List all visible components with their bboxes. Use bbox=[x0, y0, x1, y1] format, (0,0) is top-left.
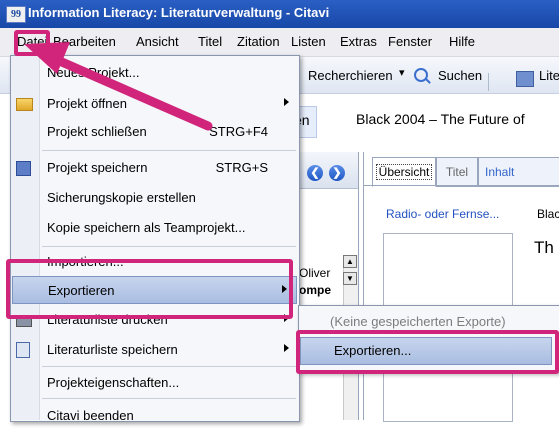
menu-item-shortcut: STRG+F4 bbox=[209, 124, 268, 139]
highlight-box-datei bbox=[14, 30, 50, 56]
menu-separator bbox=[42, 398, 296, 399]
menu-hilfe[interactable]: Hilfe bbox=[449, 34, 475, 49]
menu-item-projekt-oeffnen[interactable]: Projekt öffnen bbox=[11, 90, 298, 118]
search-icon-handle bbox=[425, 78, 431, 84]
menu-ansicht[interactable]: Ansicht bbox=[136, 34, 179, 49]
citavi-app-icon: 99 bbox=[6, 6, 26, 23]
menu-item-projekt-speichern[interactable]: Projekt speichern STRG+S bbox=[11, 154, 298, 182]
tab-divider bbox=[363, 185, 559, 186]
menu-item-label: Neues Projekt... bbox=[47, 65, 140, 80]
tab-uebersicht[interactable]: Übersicht bbox=[372, 157, 436, 187]
menu-item-label: Projekt öffnen bbox=[47, 96, 127, 111]
menu-item-neues-projekt[interactable]: Neues Projekt... bbox=[11, 59, 298, 87]
tab-titel[interactable]: Titel bbox=[436, 157, 478, 187]
menu-zitation[interactable]: Zitation bbox=[237, 34, 280, 49]
menu-item-label: Projekt schließen bbox=[47, 124, 147, 139]
menu-bar: Datei Bearbeiten Ansicht Titel Zitation … bbox=[0, 28, 559, 57]
menu-item-literaturliste-speichern[interactable]: Literaturliste speichern bbox=[11, 336, 298, 364]
tab-uebersicht-label: Übersicht bbox=[375, 164, 433, 180]
menu-separator bbox=[42, 246, 296, 247]
folder-open-icon bbox=[16, 98, 33, 111]
save-icon bbox=[16, 161, 31, 176]
menu-item-projekteigenschaften[interactable]: Projekteigenschaften... bbox=[11, 369, 298, 397]
menu-item-label: Literaturliste speichern bbox=[47, 342, 178, 357]
window-title: Information Literacy: Literaturverwaltun… bbox=[28, 5, 330, 20]
menu-extras[interactable]: Extras bbox=[340, 34, 377, 49]
highlight-box-submenu-exportieren bbox=[296, 330, 559, 374]
reference-title: Black 2004 – The Future of bbox=[356, 111, 525, 127]
scroll-up-icon[interactable]: ▲ bbox=[343, 255, 357, 268]
list-item-title[interactable]: ompe bbox=[299, 283, 331, 297]
list-item-author[interactable]: Oliver bbox=[299, 266, 330, 280]
highlight-box-exportieren bbox=[6, 259, 293, 319]
menu-item-shortcut: STRG+S bbox=[215, 160, 268, 175]
menu-titel[interactable]: Titel bbox=[198, 34, 222, 49]
menu-item-citavi-beenden[interactable]: Citavi beenden bbox=[11, 402, 298, 430]
menu-item-label: Sicherungskopie erstellen bbox=[47, 190, 196, 205]
submenu-arrow-icon bbox=[284, 344, 289, 352]
lite-button[interactable]: Lite bbox=[539, 68, 559, 83]
menu-separator bbox=[42, 150, 296, 151]
menu-item-projekt-schliessen[interactable]: Projekt schließen STRG+F4 bbox=[11, 118, 298, 146]
menu-item-label: Kopie speichern als Teamprojekt... bbox=[47, 220, 246, 235]
forward-arrow-icon[interactable]: ❯ bbox=[329, 165, 345, 181]
menu-bearbeiten[interactable]: Bearbeiten bbox=[53, 34, 116, 49]
literature-icon[interactable] bbox=[516, 71, 534, 87]
dropdown-arrow-icon[interactable]: ▾ bbox=[399, 66, 405, 79]
toolbar-divider bbox=[488, 73, 489, 91]
submenu-arrow-icon bbox=[284, 98, 289, 106]
menu-item-sicherungskopie[interactable]: Sicherungskopie erstellen bbox=[11, 184, 298, 212]
document-save-icon bbox=[16, 342, 30, 358]
no-saved-exports-label: (Keine gespeicherten Exporte) bbox=[330, 314, 506, 329]
suchen-button[interactable]: Suchen bbox=[438, 68, 482, 83]
reference-type-link[interactable]: Radio- oder Fernse... bbox=[386, 207, 499, 221]
author-text: Blac bbox=[537, 207, 559, 221]
menu-separator bbox=[42, 366, 296, 367]
menu-item-label: Projekteigenschaften... bbox=[47, 375, 180, 390]
menu-item-label: Projekt speichern bbox=[47, 160, 148, 175]
title-heading: Th bbox=[534, 238, 554, 257]
menu-listen[interactable]: Listen bbox=[291, 34, 326, 49]
tab-inhalt[interactable]: Inhalt bbox=[478, 157, 559, 187]
menu-fenster[interactable]: Fenster bbox=[388, 34, 432, 49]
scroll-down-icon[interactable]: ▼ bbox=[343, 272, 357, 285]
recherchieren-button[interactable]: Recherchieren bbox=[308, 68, 393, 83]
menu-item-kopie-teamprojekt[interactable]: Kopie speichern als Teamprojekt... bbox=[11, 214, 298, 242]
back-arrow-icon[interactable]: ❮ bbox=[307, 165, 323, 181]
menu-item-label: Citavi beenden bbox=[47, 408, 134, 423]
